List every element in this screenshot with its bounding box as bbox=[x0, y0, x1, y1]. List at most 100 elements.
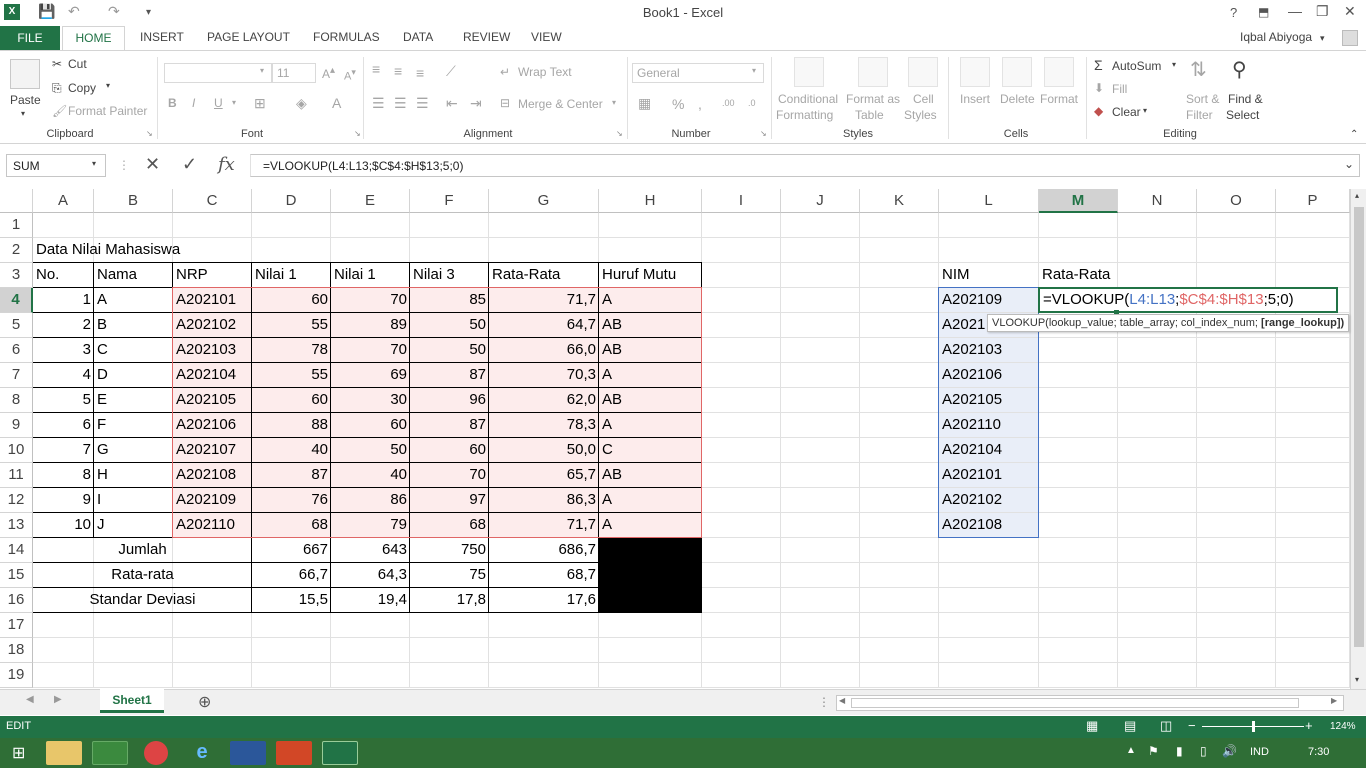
input-language[interactable]: IND bbox=[1250, 746, 1269, 758]
file-explorer-icon[interactable] bbox=[46, 741, 82, 765]
accounting-icon[interactable]: ▦ bbox=[638, 95, 651, 112]
table-header-cell[interactable]: Nilai 1 bbox=[331, 263, 410, 288]
sort-filter-icon[interactable]: ⇅ bbox=[1190, 57, 1207, 82]
table-header-cell[interactable]: NRP bbox=[173, 263, 252, 288]
format-as-table-button[interactable]: Format as bbox=[846, 92, 900, 106]
table-cell[interactable]: 85 bbox=[410, 288, 489, 313]
format-cells-icon[interactable] bbox=[1044, 57, 1074, 87]
table-header-cell[interactable]: Rata-Rata bbox=[489, 263, 599, 288]
cell-styles-icon[interactable] bbox=[908, 57, 938, 87]
nim-cell[interactable]: A202110 bbox=[939, 413, 1039, 438]
table-cell[interactable]: 40 bbox=[252, 438, 331, 463]
nim-cell[interactable]: A202108 bbox=[939, 513, 1039, 538]
row-header-7[interactable]: 7 bbox=[0, 363, 33, 388]
action-center-icon[interactable]: ⚑ bbox=[1148, 744, 1159, 758]
table-cell[interactable]: A bbox=[599, 288, 702, 313]
table-cell[interactable]: A202107 bbox=[173, 438, 252, 463]
table-cell[interactable]: 55 bbox=[252, 363, 331, 388]
nim-cell[interactable]: A202104 bbox=[939, 438, 1039, 463]
table-cell[interactable]: 50 bbox=[331, 438, 410, 463]
table-cell[interactable]: A bbox=[599, 488, 702, 513]
autosum-icon[interactable]: Σ bbox=[1094, 57, 1103, 73]
nim-header-cell[interactable]: NIM bbox=[939, 263, 1039, 288]
table-cell[interactable]: 9 bbox=[33, 488, 94, 513]
table-cell[interactable]: 76 bbox=[252, 488, 331, 513]
table-cell[interactable]: E bbox=[94, 388, 173, 413]
table-cell[interactable]: A bbox=[94, 288, 173, 313]
font-name-dropdown-icon[interactable]: ▾ bbox=[260, 66, 264, 75]
table-cell[interactable]: A bbox=[599, 363, 702, 388]
clear-button[interactable]: Clear bbox=[1112, 105, 1141, 119]
table-cell[interactable]: 87 bbox=[252, 463, 331, 488]
format-cells-button[interactable]: Format bbox=[1040, 92, 1078, 106]
copy-icon[interactable]: ⎘ bbox=[52, 81, 62, 96]
conditional-formatting-button[interactable]: Conditional bbox=[778, 92, 838, 106]
tab-file[interactable]: FILE bbox=[0, 26, 60, 50]
table-cell[interactable]: AB bbox=[599, 388, 702, 413]
table-cell[interactable]: 71,7 bbox=[489, 513, 599, 538]
nim-cell[interactable]: A202103 bbox=[939, 338, 1039, 363]
table-header-cell[interactable]: Nilai 1 bbox=[252, 263, 331, 288]
column-header-n[interactable]: N bbox=[1118, 189, 1197, 213]
table-cell[interactable]: A202106 bbox=[173, 413, 252, 438]
tab-review[interactable]: REVIEW bbox=[463, 30, 510, 44]
column-header-g[interactable]: G bbox=[489, 189, 599, 213]
page-layout-view-icon[interactable]: ▤ bbox=[1124, 718, 1136, 734]
fill-button[interactable]: Fill bbox=[1112, 82, 1127, 96]
table-cell[interactable]: 79 bbox=[331, 513, 410, 538]
summary-label-cell[interactable]: Jumlah bbox=[33, 538, 252, 563]
table-cell[interactable]: 64,7 bbox=[489, 313, 599, 338]
scroll-left-icon[interactable]: ◀ bbox=[839, 696, 845, 705]
zoom-in-icon[interactable]: + bbox=[1305, 718, 1313, 733]
internet-explorer-icon[interactable]: e bbox=[184, 741, 220, 765]
clipboard-launcher-icon[interactable]: ↘ bbox=[146, 129, 153, 138]
table-cell[interactable]: 5 bbox=[33, 388, 94, 413]
rata-rata-header-cell[interactable]: Rata-Rata bbox=[1039, 263, 1118, 288]
row-header-13[interactable]: 13 bbox=[0, 513, 33, 538]
table-cell[interactable]: 3 bbox=[33, 338, 94, 363]
row-header-10[interactable]: 10 bbox=[0, 438, 33, 463]
row-header-14[interactable]: 14 bbox=[0, 538, 33, 563]
column-header-p[interactable]: P bbox=[1276, 189, 1350, 213]
name-box-dropdown-icon[interactable]: ▾ bbox=[92, 159, 96, 168]
table-cell[interactable]: 97 bbox=[410, 488, 489, 513]
find-select-icon[interactable]: ⚲ bbox=[1232, 57, 1247, 82]
page-break-view-icon[interactable]: ◫ bbox=[1160, 718, 1172, 734]
column-header-h[interactable]: H bbox=[599, 189, 702, 213]
number-format-select[interactable]: General bbox=[632, 63, 764, 83]
row-header-11[interactable]: 11 bbox=[0, 463, 33, 488]
table-cell[interactable]: A202110 bbox=[173, 513, 252, 538]
table-cell[interactable]: A202109 bbox=[173, 488, 252, 513]
borders-icon[interactable]: ⊞ bbox=[254, 95, 266, 112]
table-cell[interactable]: 7 bbox=[33, 438, 94, 463]
table-cell[interactable]: 30 bbox=[331, 388, 410, 413]
tab-data[interactable]: DATA bbox=[403, 30, 433, 44]
column-header-b[interactable]: B bbox=[94, 189, 173, 213]
select-all-corner[interactable] bbox=[0, 189, 33, 213]
close-icon[interactable]: ✕ bbox=[1344, 3, 1356, 20]
align-right-icon[interactable]: ☰ bbox=[416, 95, 429, 112]
format-painter-icon[interactable]: 🖌 bbox=[52, 104, 67, 118]
conditional-formatting-icon[interactable] bbox=[794, 57, 824, 87]
summary-cell[interactable]: 66,7 bbox=[252, 563, 331, 588]
table-cell[interactable]: 70 bbox=[331, 338, 410, 363]
zoom-out-icon[interactable]: − bbox=[1188, 718, 1196, 733]
table-cell[interactable]: 55 bbox=[252, 313, 331, 338]
table-cell[interactable]: 69 bbox=[331, 363, 410, 388]
table-cell[interactable]: A202108 bbox=[173, 463, 252, 488]
table-cell[interactable]: 86 bbox=[331, 488, 410, 513]
table-cell[interactable]: I bbox=[94, 488, 173, 513]
underline-button[interactable]: U bbox=[214, 96, 223, 110]
table-cell[interactable]: F bbox=[94, 413, 173, 438]
normal-view-icon[interactable]: ▦ bbox=[1086, 718, 1098, 734]
active-cell-editor[interactable]: =VLOOKUP(L4:L13;$C$4:$H$13;5;0) bbox=[1038, 287, 1338, 313]
underline-dropdown-icon[interactable]: ▾ bbox=[232, 98, 236, 107]
row-header-19[interactable]: 19 bbox=[0, 663, 33, 688]
cut-icon[interactable]: ✂ bbox=[52, 57, 62, 71]
table-cell[interactable]: 6 bbox=[33, 413, 94, 438]
column-header-f[interactable]: F bbox=[410, 189, 489, 213]
insert-cells-button[interactable]: Insert bbox=[960, 92, 990, 106]
autosum-dropdown-icon[interactable]: ▾ bbox=[1172, 60, 1176, 69]
clear-icon[interactable]: ◆ bbox=[1094, 104, 1103, 118]
sheet-tab-sheet1[interactable]: Sheet1 bbox=[100, 689, 164, 713]
